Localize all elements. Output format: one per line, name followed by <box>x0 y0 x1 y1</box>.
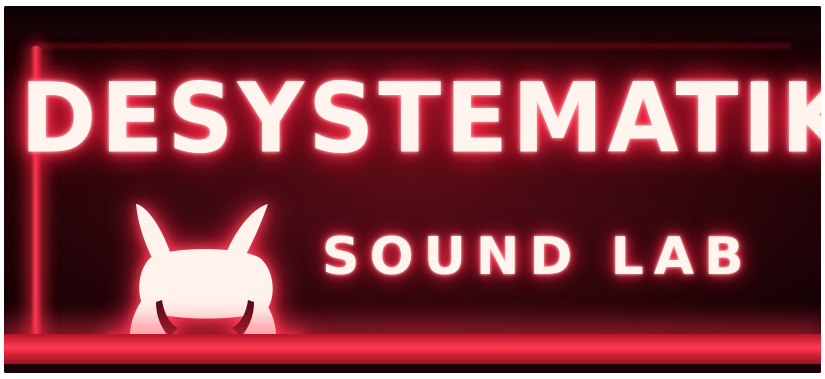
sign-top-edge <box>34 44 791 48</box>
creature-logo-icon <box>105 204 303 348</box>
sign-title: DESYSTEMATIK <box>20 62 821 175</box>
sign-bottom-edge-glow <box>4 334 821 373</box>
sign-subtitle: SOUND LAB <box>322 227 754 287</box>
neon-sign-photo: DESYSTEMATIK SOUND LAB <box>4 6 821 373</box>
